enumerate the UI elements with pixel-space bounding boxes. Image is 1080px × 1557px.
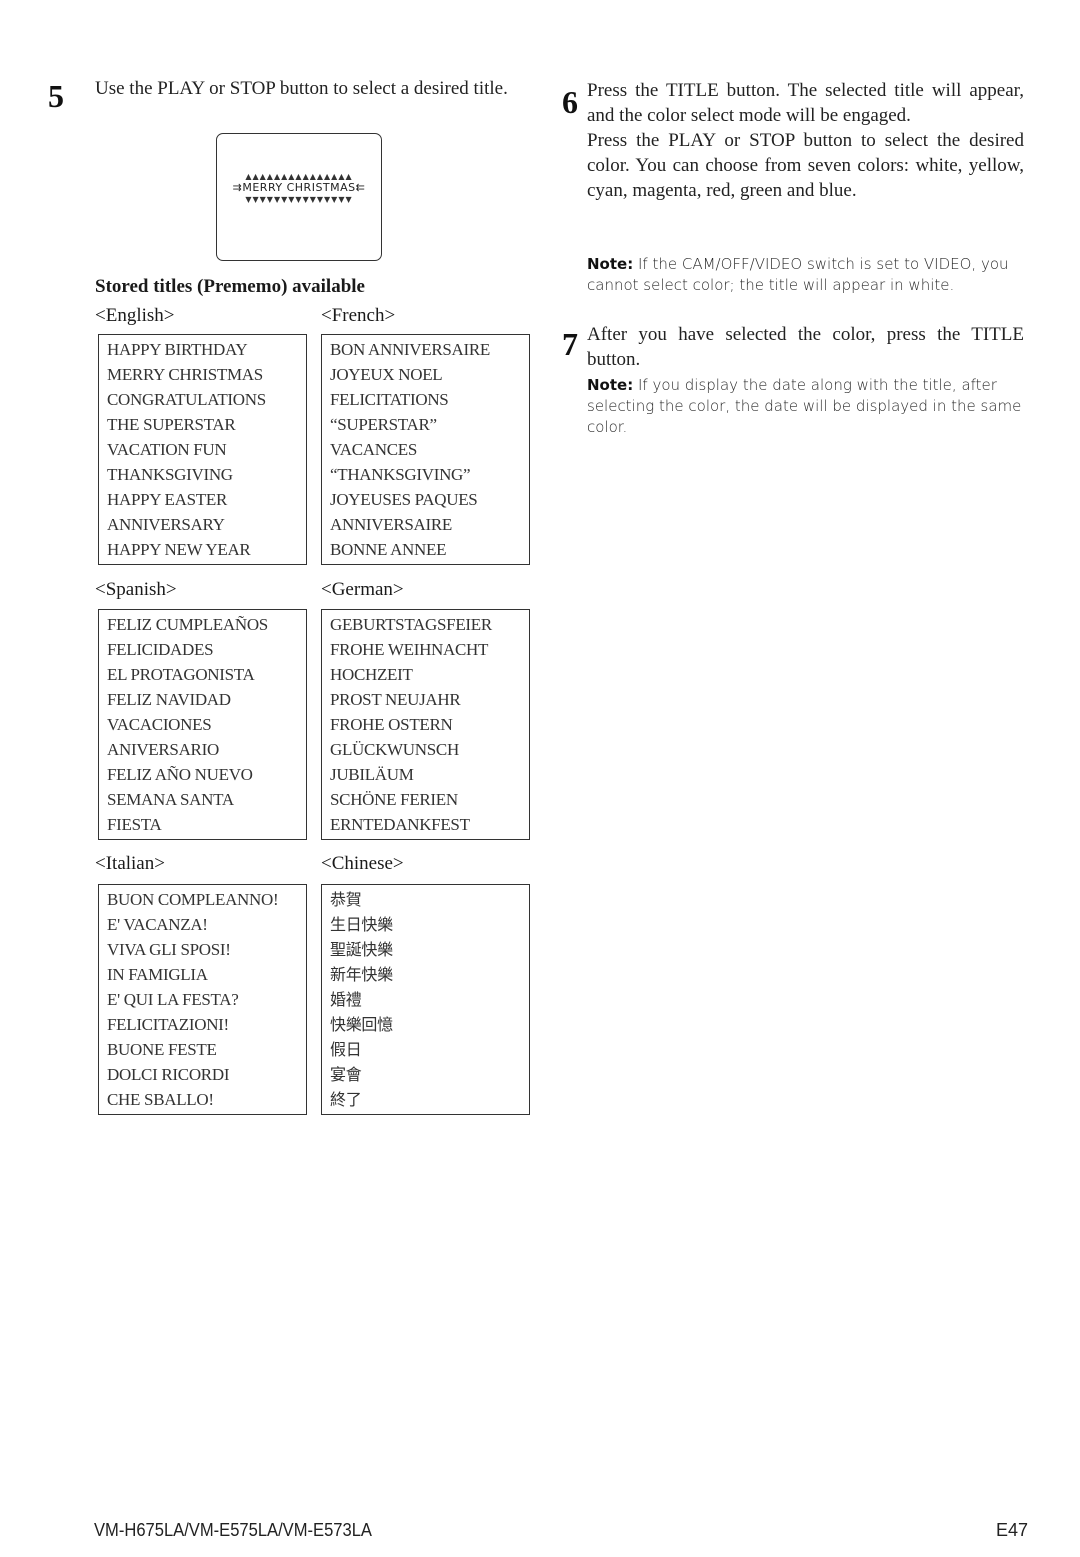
step-number: 5 <box>48 78 64 114</box>
title-item: ANIVERSARIO <box>107 740 219 759</box>
right-decoration-icon: ⇇ <box>355 181 366 194</box>
step-7: 7 After you have selected the color, pre… <box>562 322 1024 372</box>
title-item: VACANCES <box>330 440 418 459</box>
step-text: Use the PLAY or STOP button to select a … <box>95 78 508 99</box>
displayed-title: ⇉MERRY CHRISTMAS⇇ <box>223 181 375 195</box>
title-item: 生日快樂 <box>330 915 393 934</box>
title-item: HAPPY BIRTHDAY <box>107 340 248 359</box>
language-label-german: <German> <box>321 579 404 600</box>
title-item: E' QUI LA FESTA? <box>107 990 239 1009</box>
title-item: FELICITAZIONI! <box>107 1015 229 1034</box>
step-text-continued: Press the PLAY or STOP button to select … <box>587 130 1024 201</box>
note-text: If the CAM/OFF/VIDEO switch is set to VI… <box>587 255 1009 294</box>
title-item: HAPPY EASTER <box>107 490 227 509</box>
step-5: 5 Use the PLAY or STOP button to select … <box>48 76 538 112</box>
language-label-chinese: <Chinese> <box>321 853 404 874</box>
title-item: 新年快樂 <box>330 965 393 984</box>
title-item: VACATION FUN <box>107 440 227 459</box>
title-item: HOCHZEIT <box>330 665 413 684</box>
note-label: Note: <box>587 255 634 273</box>
note-label: Note: <box>587 376 634 394</box>
title-item: BUONE FESTE <box>107 1040 217 1059</box>
language-label-italian: <Italian> <box>95 853 165 874</box>
title-item: GLÜCKWUNSCH <box>330 740 459 759</box>
left-decoration-icon: ⇉ <box>232 181 243 194</box>
title-item: SCHÖNE FERIEN <box>330 790 458 809</box>
title-item: IN FAMIGLIA <box>107 965 208 984</box>
language-label-english: <English> <box>95 305 175 326</box>
title-item: 聖誕快樂 <box>330 940 393 959</box>
step-text: Press the TITLE button. The selected tit… <box>587 80 1024 126</box>
step-6: 6 Press the TITLE button. The selected t… <box>562 78 1024 203</box>
title-item: FROHE WEIHNACHT <box>330 640 489 659</box>
title-item: EL PROTAGONISTA <box>107 665 255 684</box>
title-item: CHE SBALLO! <box>107 1090 214 1109</box>
title-item: MERRY CHRISTMAS <box>107 365 263 384</box>
title-item: ANNIVERSAIRE <box>330 515 453 534</box>
step-text: After you have selected the color, press… <box>587 324 1024 370</box>
footer-model-numbers: VM-H675LA/VM-E575LA/VM-E573LA <box>94 1520 372 1540</box>
title-item: JOYEUX NOEL <box>330 365 443 384</box>
step-number: 7 <box>562 326 578 362</box>
title-item: ANNIVERSARY <box>107 515 225 534</box>
viewfinder-display-illustration: ▲▲▲▲▲▲▲▲▲▲▲▲▲▲▲ ⇉MERRY CHRISTMAS⇇ ▼▼▼▼▼▼… <box>216 133 382 261</box>
title-item: 快樂回憶 <box>330 1015 393 1034</box>
title-item: VIVA GLI SPOSI! <box>107 940 231 959</box>
title-item: 假日 <box>330 1040 362 1059</box>
title-list-english: HAPPY BIRTHDAY MERRY CHRISTMAS CONGRATULAT… <box>98 334 307 565</box>
page-number: E47 <box>995 1520 1028 1540</box>
title-item: HAPPY NEW YEAR <box>107 540 251 559</box>
title-item: THE SUPERSTAR <box>107 415 236 434</box>
title-item: 婚禮 <box>330 990 362 1009</box>
title-item: FIESTA <box>107 815 162 834</box>
title-list-chinese: 恭賀生日快樂聖誕快樂新年快樂婚禮快樂回憶假日宴會終了 <box>321 884 530 1115</box>
title-item: JOYEUSES PAQUES <box>330 490 478 509</box>
title-item: THANKSGIVING <box>107 465 233 484</box>
title-item: FELICITATIONS <box>330 390 449 409</box>
note-step-6: Note: If the CAM/OFF/VIDEO switch is set… <box>587 254 1027 296</box>
title-item: CONGRATULATIONS <box>107 390 266 409</box>
title-item: “THANKSGIVING” <box>330 465 471 484</box>
section-heading: Stored titles (Prememo) available <box>95 276 365 297</box>
title-item: FELIZ AÑO NUEVO <box>107 765 253 784</box>
language-label-french: <French> <box>321 305 396 326</box>
title-item: ERNTEDANKFEST <box>330 815 470 834</box>
title-preview: ▲▲▲▲▲▲▲▲▲▲▲▲▲▲▲ ⇉MERRY CHRISTMAS⇇ ▼▼▼▼▼▼… <box>223 172 375 204</box>
title-list-italian: BUON COMPLEANNO! E' VACANZA! VIVA GLI SPOS… <box>98 884 307 1115</box>
title-item: “SUPERSTAR” <box>330 415 437 434</box>
title-item: DOLCI RICORDI <box>107 1065 230 1084</box>
note-text: If you display the date along with the t… <box>587 376 1022 436</box>
title-list-french: BON ANNIVERSAIRE JOYEUX NOEL FELICITATIONS… <box>321 334 530 565</box>
title-item: JUBILÄUM <box>330 765 414 784</box>
bottom-decoration: ▼▼▼▼▼▼▼▼▼▼▼▼▼▼▼ <box>245 195 353 204</box>
title-item: BON ANNIVERSAIRE <box>330 340 491 359</box>
title-item: BUON COMPLEANNO! <box>107 890 279 909</box>
title-item: SEMANA SANTA <box>107 790 234 809</box>
note-step-7: Note: If you display the date along with… <box>587 375 1027 438</box>
top-decoration: ▲▲▲▲▲▲▲▲▲▲▲▲▲▲▲ <box>245 172 353 181</box>
step-number: 6 <box>562 84 578 120</box>
title-item: 終了 <box>330 1090 362 1109</box>
title-list-german: GEBURTSTAGSFEIER FROHE WEIHNACHT HOCHZEIT P… <box>321 609 530 840</box>
title-item: FELIZ CUMPLEAÑOS <box>107 615 268 634</box>
title-item: FELIZ NAVIDAD <box>107 690 231 709</box>
title-item: FROHE OSTERN <box>330 715 453 734</box>
title-item: 宴會 <box>330 1065 362 1084</box>
title-item: GEBURTSTAGSFEIER <box>330 615 492 634</box>
title-item: E' VACANZA! <box>107 915 208 934</box>
title-item: 恭賀 <box>330 890 362 909</box>
displayed-title-text: MERRY CHRISTMAS <box>242 181 356 194</box>
title-item: PROST NEUJAHR <box>330 690 461 709</box>
title-list-spanish: FELIZ CUMPLEAÑOS FELICIDADES EL PROTAGONIS… <box>98 609 307 840</box>
title-item: BONNE ANNEE <box>330 540 447 559</box>
title-item: FELICIDADES <box>107 640 214 659</box>
title-item: VACACIONES <box>107 715 212 734</box>
language-label-spanish: <Spanish> <box>95 579 177 600</box>
